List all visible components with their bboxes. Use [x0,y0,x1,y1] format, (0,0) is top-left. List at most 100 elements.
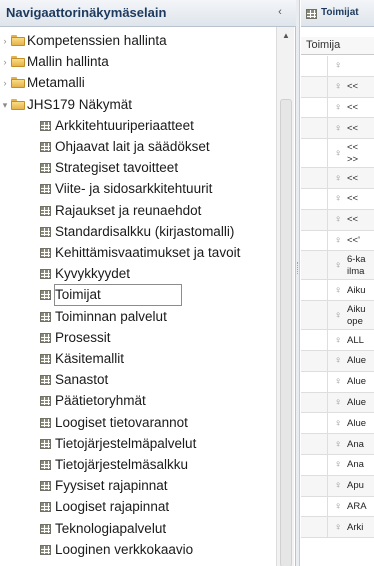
actor-name: << [347,193,359,205]
scroll-up-arrow-icon[interactable]: ▲ [277,27,295,45]
table-row[interactable]: ♀ Apu [301,475,374,497]
tree-item[interactable]: Viite- ja sidosarkkitehtuurit [0,179,274,199]
tree-item-label: Fyysiset rajapinnat [55,478,168,494]
actor-name: Alue [347,355,367,367]
actor-icon: ♀ [334,480,342,492]
actor-icon: ♀ [334,122,342,134]
tree-line [327,434,328,455]
view-grid-icon [40,311,51,322]
view-grid-icon [40,248,51,258]
navigator-tree: › Kompetenssien hallinta › Mallin hallinta ›… [0,31,274,566]
scroll-thumb[interactable] [280,99,292,566]
splitter-grip[interactable] [297,262,299,274]
table-row[interactable]: ♀ Arki [301,517,374,539]
tree-item[interactable]: Standardisalkku (kirjastomalli) [0,222,274,242]
navigator-header: Navigaattorinäkymäselain ‹ [0,0,296,27]
tree-line [327,251,328,281]
view-grid-icon [40,417,51,428]
tree-item[interactable]: Loogiset rajapinnat [0,497,274,517]
actor-name: ALL [347,334,364,346]
tree-item[interactable]: ▾ JHS179 Näkymät [0,95,274,115]
tree-item[interactable]: › Kompetenssien hallinta [0,31,274,51]
tree-line [327,280,328,302]
tree-item[interactable]: Käsitemallit [0,349,274,369]
actor-name: <<' [347,234,360,246]
panel-splitter[interactable] [296,0,300,566]
actor-icon: ♀ [334,60,342,72]
table-row[interactable]: ♀ [301,56,374,77]
table-row[interactable]: ♀ Alue [301,371,374,393]
actor-icon: ♀ [334,81,342,93]
table-row[interactable]: ♀ Alue [301,413,374,435]
tree-item[interactable]: Tietojärjestelmäpalvelut [0,434,274,454]
tree-item[interactable]: Toimijat [0,284,274,307]
expand-arrow-icon[interactable]: › [0,73,10,93]
tree-item-label: Päätietoryhmät [55,393,146,409]
table-row[interactable]: ♀ 6-ka ilma [301,251,374,281]
tree-item[interactable]: Toiminnan palvelut [0,307,274,327]
table-row[interactable]: ♀ ARA [301,496,374,518]
collapse-arrow-icon[interactable]: ▾ [0,95,10,115]
tree-item[interactable]: Strategiset tavoitteet [0,158,274,178]
tree-item-label: Teknologiapalvelut [55,520,167,536]
tree-item[interactable]: Prosessit [0,328,274,348]
table-row[interactable]: ♀ Alue [301,351,374,372]
table-row[interactable]: ♀ Ana [301,434,374,455]
table-row[interactable]: ♀ << [301,209,374,231]
table-row[interactable]: ♀ << >> [301,139,374,169]
actor-name: << [347,122,359,134]
tree-item-label: Standardisalkku (kirjastomalli) [55,223,235,239]
tree-item[interactable]: Ohjaavat lait ja säädökset [0,137,274,157]
actor-icon: ♀ [334,172,342,184]
actor-name: Aiku ope [347,303,366,327]
tree-line [327,97,328,119]
actor-name: Alue [347,376,367,388]
tree-line [327,230,328,252]
tree-item[interactable]: Päätietoryhmät [0,391,274,411]
tree-line [327,475,328,497]
collapse-panel-button[interactable]: ‹ [272,4,288,20]
table-row[interactable]: ♀ Aiku [301,280,374,302]
tree-line [327,56,328,77]
view-grid-icon [40,354,51,364]
tree-item[interactable]: Loogiset tietovarannot [0,413,274,433]
tree-line [327,351,328,372]
tree-item[interactable]: Rajaukset ja reunaehdot [0,201,274,221]
actor-name: ARA [347,500,367,512]
tree-line [327,392,328,414]
tree-item[interactable]: Fyysiset rajapinnat [0,476,274,496]
table-row[interactable]: ♀ Aiku ope [301,301,374,331]
expand-arrow-icon[interactable]: › [0,52,10,72]
tree-item[interactable]: Kehittämisvaatimukset ja tavoit [0,243,274,263]
table-row[interactable]: ♀ << [301,189,374,210]
tree-item-label: Käsitemallit [55,351,125,366]
expand-arrow-icon[interactable]: › [0,31,10,51]
table-row[interactable]: ♀ << [301,118,374,140]
view-grid-icon [40,184,51,195]
tree-item[interactable]: Sanastot [0,370,274,390]
view-grid-icon [40,523,51,534]
tree-scrollbar[interactable]: ▲ [276,27,294,566]
actor-icon: ♀ [334,309,342,321]
table-row[interactable]: ♀ ALL [301,330,374,351]
table-row[interactable]: ♀ << [301,97,374,119]
tree-item[interactable]: Arkkitehtuuriperiaatteet [0,116,274,136]
tree-item-label: Tietojärjestelmäpalvelut [55,435,197,451]
column-header-toimija[interactable]: Toimija [301,37,374,55]
tree-item[interactable]: Tietojärjestelmäsalkku [0,455,274,475]
tree-item[interactable]: Looginen verkkokaavio [0,540,274,560]
table-row[interactable]: ♀ Alue [301,392,374,414]
table-row[interactable]: ♀ Ana [301,455,374,476]
tree-line [327,168,328,189]
tree-item[interactable]: Kyvykkyydet [0,264,274,284]
table-row[interactable]: ♀ <<' [301,230,374,252]
tree-item[interactable]: Teknologiapalvelut [0,519,274,539]
tree-line [327,118,328,140]
view-grid-icon [40,205,51,216]
table-row[interactable]: ♀ << [301,168,374,189]
detail-panel: Toimijat Toimija ♀ ♀ << ♀ << ♀ << ♀ << >> ♀ << ♀ << ♀… [301,0,374,566]
tree-item-label: Rajaukset ja reunaehdot [55,202,202,218]
tree-item[interactable]: › Metamalli [0,73,274,93]
table-row[interactable]: ♀ << [301,76,374,98]
tree-item[interactable]: › Mallin hallinta [0,52,274,72]
